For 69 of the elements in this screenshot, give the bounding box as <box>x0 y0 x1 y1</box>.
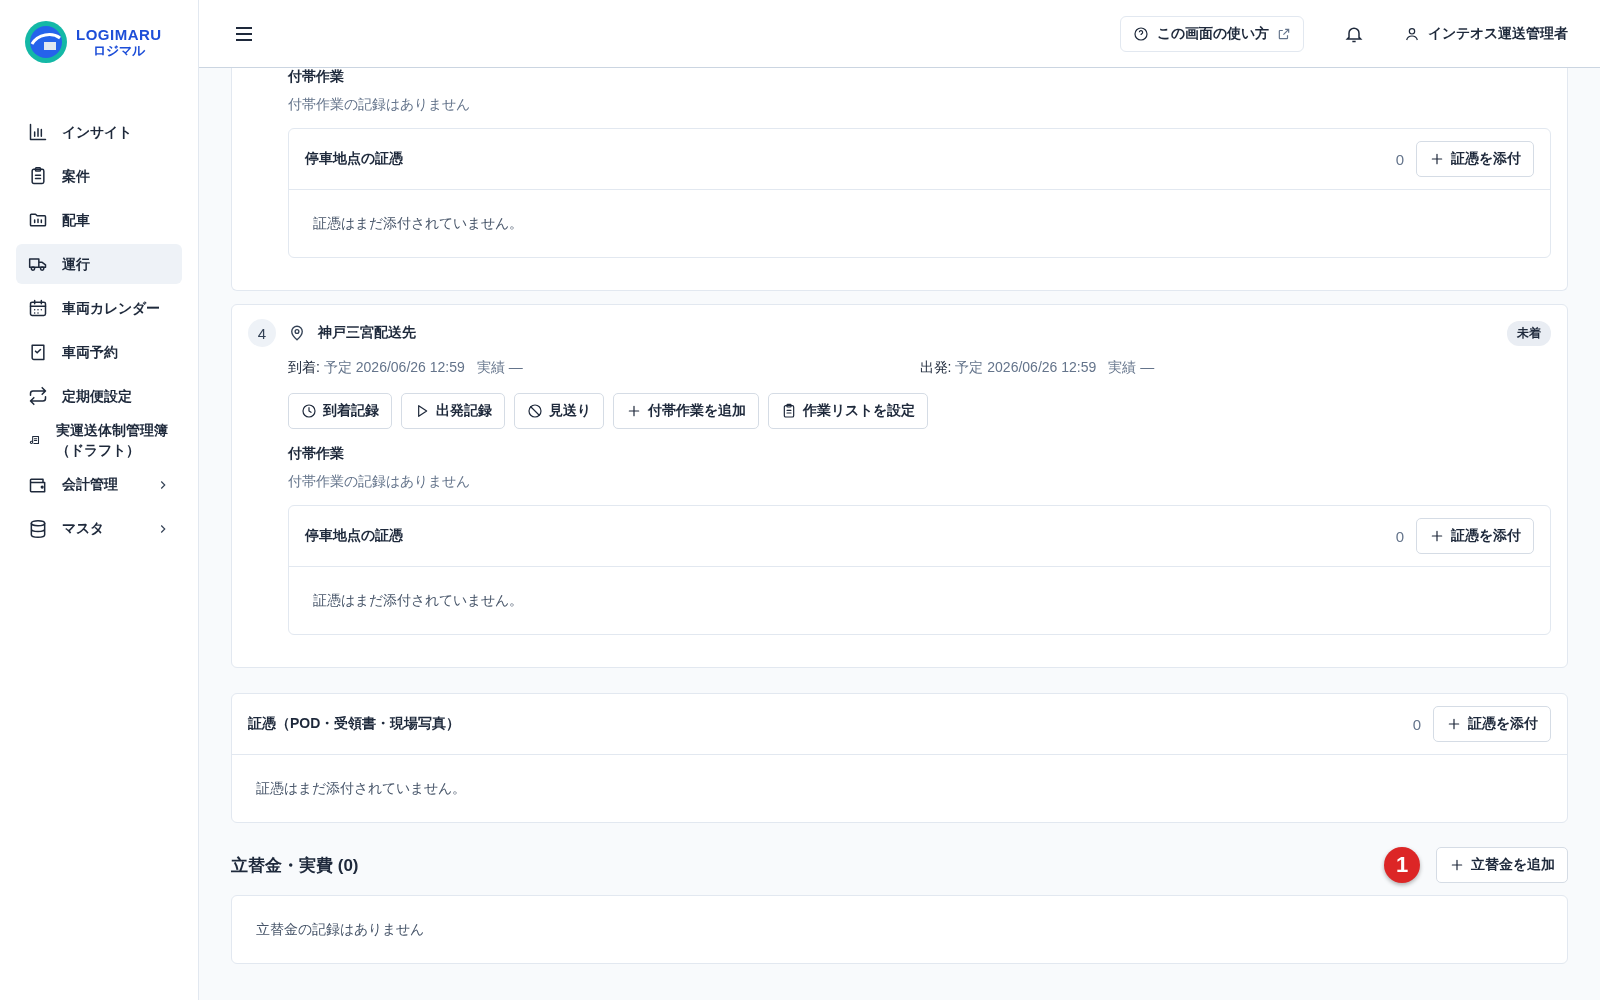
section-title: 立替金・実費 (0) <box>231 854 360 877</box>
sidebar-item[interactable]: マスタ <box>16 508 182 549</box>
ban-icon <box>527 403 543 419</box>
repeat-icon <box>28 386 48 406</box>
help-icon <box>1133 25 1149 42</box>
clock-icon <box>301 403 317 419</box>
chart-icon <box>28 122 48 142</box>
time-label: 到着: <box>288 359 320 377</box>
calendar-icon <box>28 298 48 318</box>
time-label: 出発: <box>919 359 952 377</box>
sidebar-item[interactable]: 案件 <box>16 156 182 196</box>
sidebar-item[interactable]: 定期便設定 <box>16 376 182 416</box>
attach-button[interactable]: 証憑を添付 <box>1416 141 1534 177</box>
evidence-count: 0 <box>1395 150 1404 168</box>
empty-message: 付帯作業の記録はありません <box>288 96 471 114</box>
book-icon <box>28 342 48 362</box>
help-button[interactable]: この画面の使い方 <box>1120 15 1304 52</box>
planned-time: 予定 2026/06/26 12:59 <box>955 359 1097 377</box>
panel-title: 停車地点の証憑 <box>305 150 404 168</box>
status-badge: 未着 <box>1507 320 1551 346</box>
sidebar-item[interactable]: インサイト <box>16 112 182 152</box>
plus-icon <box>1446 716 1462 732</box>
section-heading: 付帯作業 <box>288 445 345 463</box>
empty-message: 証憑はまだ添付されていません。 <box>313 214 523 233</box>
clipboard-icon <box>781 403 797 419</box>
attach-button[interactable]: 証憑を添付 <box>1416 518 1534 554</box>
map-pin-icon <box>288 324 306 342</box>
callout-marker: 1 <box>1384 847 1420 883</box>
user-icon <box>1404 25 1420 42</box>
empty-message: 立替金の記録はありません <box>256 920 424 939</box>
plus-icon <box>1429 151 1445 167</box>
action-button[interactable]: 見送り <box>514 393 604 429</box>
sidebar-item[interactable]: 配車 <box>16 200 182 240</box>
panel-title: 証憑（POD・受領書・現場写真） <box>248 715 462 733</box>
plus-icon <box>1449 857 1465 873</box>
folder-icon <box>28 210 48 230</box>
sidebar-item[interactable]: 運行 <box>16 244 182 284</box>
section-heading: 付帯作業 <box>288 68 345 86</box>
clipboard-icon <box>28 166 48 186</box>
sidebar-item[interactable]: 実運送体制管理簿（ドラフト） <box>16 420 182 461</box>
empty-message: 証憑はまだ添付されていません。 <box>256 779 466 798</box>
user-name[interactable]: インテオス運送管理者 <box>1428 24 1568 43</box>
action-button[interactable]: 作業リストを設定 <box>768 393 928 429</box>
plus-icon <box>626 403 642 419</box>
action-button[interactable]: 付帯作業を追加 <box>613 393 759 429</box>
logo-subtitle: ロジマル <box>92 42 145 59</box>
evidence-count: 0 <box>1395 527 1404 545</box>
sidebar-item[interactable]: 車両予約 <box>16 332 182 372</box>
menu-icon[interactable] <box>235 25 253 42</box>
sidebar-item[interactable]: 車両カレンダー <box>16 288 182 328</box>
database-icon <box>28 518 48 539</box>
evidence-count: 0 <box>1412 715 1421 733</box>
panel-title: 停車地点の証憑 <box>305 527 404 545</box>
actual-time: 実績 — <box>476 359 523 377</box>
action-button[interactable]: 出発記録 <box>401 393 505 429</box>
actual-time: 実績 — <box>1108 359 1155 377</box>
stop-number: 4 <box>248 319 276 347</box>
empty-message: 証憑はまだ添付されていません。 <box>313 591 523 610</box>
attach-button[interactable]: 証憑を添付 <box>1433 706 1551 742</box>
logo-name: LOGIMARU <box>76 25 162 43</box>
add-expense-button[interactable]: 立替金を追加 <box>1436 847 1568 883</box>
sidebar-item[interactable]: 会計管理 <box>16 464 182 505</box>
stop-name: 神戸三宮配送先 <box>318 324 417 342</box>
external-link-icon <box>1277 26 1291 41</box>
planned-time: 予定 2026/06/26 12:59 <box>323 359 465 377</box>
plus-icon <box>1429 528 1445 544</box>
logo-icon <box>24 20 68 64</box>
empty-message: 付帯作業の記録はありません <box>288 473 471 491</box>
action-button[interactable]: 到着記録 <box>288 393 392 429</box>
